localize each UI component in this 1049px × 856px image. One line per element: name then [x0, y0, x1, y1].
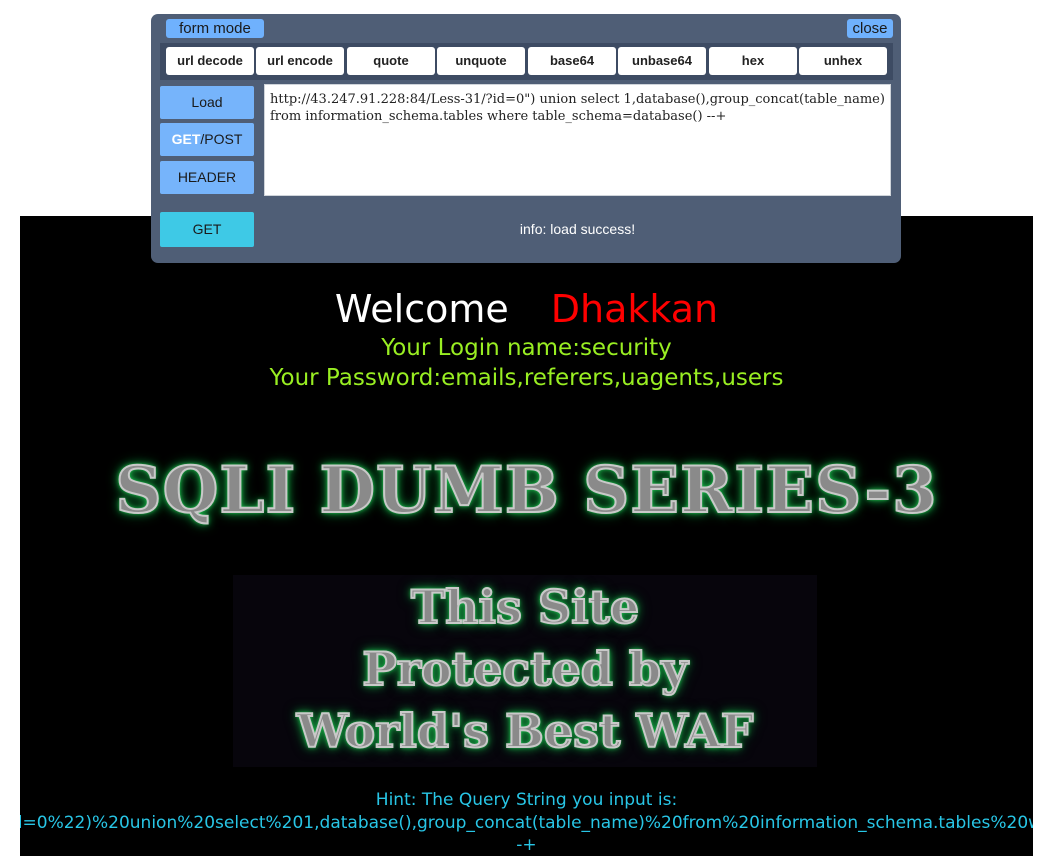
- get-post-toggle[interactable]: GET/POST: [160, 123, 254, 156]
- password-text: Your Password:emails,referers,uagents,us…: [269, 365, 784, 391]
- unbase64-button[interactable]: unbase64: [618, 47, 706, 75]
- close-button[interactable]: close: [847, 19, 893, 38]
- get-label: GET: [171, 131, 201, 147]
- hint-query: id=0%22)%20union%20select%201,database()…: [20, 813, 1033, 833]
- info-status: info: load success!: [519, 221, 636, 237]
- unhex-button[interactable]: unhex: [799, 47, 887, 75]
- series-banner-text: SQLI DUMB SERIES-3: [114, 452, 938, 529]
- waf-image: This Site Protected by World's Best WAF: [233, 575, 817, 767]
- url-decode-button[interactable]: url decode: [166, 47, 254, 75]
- welcome-text: Welcome: [334, 287, 509, 331]
- url-encode-button[interactable]: url encode: [256, 47, 344, 75]
- base64-button[interactable]: base64: [528, 47, 616, 75]
- load-button[interactable]: Load: [160, 86, 254, 119]
- page-content: Welcome Dhakkan Your Login name:security …: [20, 216, 1033, 856]
- toolbar: url decode url encode quote unquote base…: [160, 43, 893, 80]
- url-textarea[interactable]: http://43.247.91.228:84/Less-31/?id=0") …: [264, 84, 891, 196]
- username-text: Dhakkan: [550, 287, 719, 331]
- quote-button[interactable]: quote: [347, 47, 435, 75]
- header-button[interactable]: HEADER: [160, 161, 254, 194]
- waf-line-3: World's Best WAF: [296, 703, 755, 759]
- hex-button[interactable]: hex: [709, 47, 797, 75]
- post-label: /POST: [200, 131, 243, 147]
- series-banner: SQLI DUMB SERIES-3: [20, 448, 1033, 534]
- waf-line-2: Protected by: [361, 641, 689, 697]
- waf-line-1: This Site: [410, 579, 640, 635]
- hackbar-panel: form mode close url decode url encode qu…: [151, 14, 901, 263]
- hint-label: Hint: The Query String you input is:: [375, 790, 678, 810]
- welcome-line: Welcome Dhakkan: [20, 286, 1033, 332]
- login-name-text: Your Login name:security: [381, 335, 672, 361]
- get-submit-button[interactable]: GET: [160, 212, 254, 247]
- form-mode-button[interactable]: form mode: [166, 19, 264, 38]
- hint-tail: -+: [516, 835, 537, 855]
- unquote-button[interactable]: unquote: [437, 47, 525, 75]
